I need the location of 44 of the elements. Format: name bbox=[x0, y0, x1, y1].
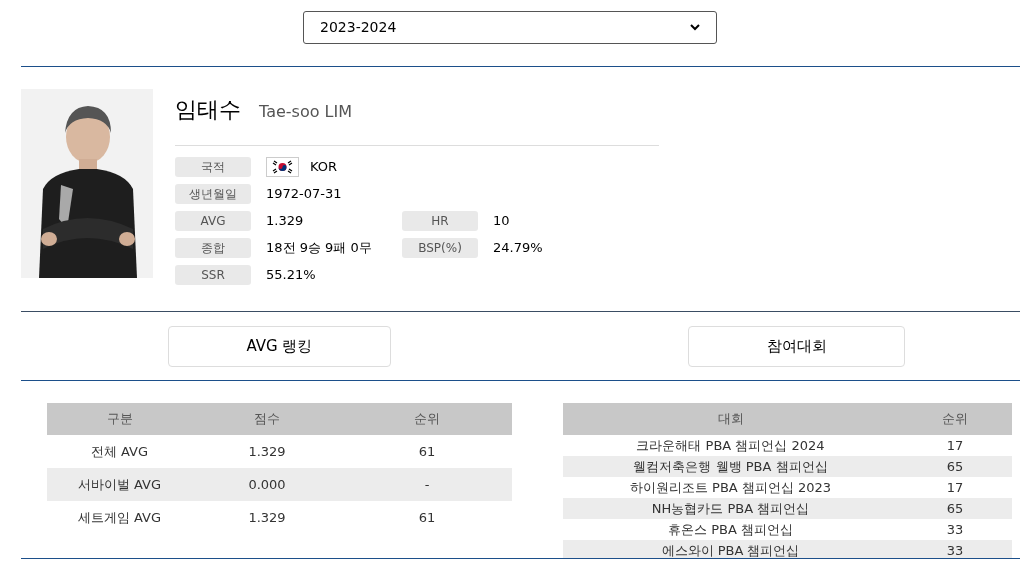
info-label: 종합 bbox=[175, 238, 251, 258]
table-cell: 17 bbox=[898, 435, 1012, 456]
info-label: HR bbox=[402, 211, 478, 231]
chevron-down-icon bbox=[690, 24, 700, 31]
table-cell: 65 bbox=[898, 498, 1012, 519]
info-label: AVG bbox=[175, 211, 251, 231]
table-cell: 33 bbox=[898, 540, 1012, 558]
table-cell: 전체 AVG bbox=[47, 435, 192, 468]
column-header: 순위 bbox=[342, 403, 512, 435]
info-label: 생년월일 bbox=[175, 184, 251, 204]
info-value: 10 bbox=[493, 212, 510, 231]
table-cell: 하이원리조트 PBA 챔피언십 2023 bbox=[563, 477, 898, 498]
info-value: 1.329 bbox=[266, 212, 304, 231]
table-cell: 33 bbox=[898, 519, 1012, 540]
table-cell: 17 bbox=[898, 477, 1012, 498]
column-header: 점수 bbox=[192, 403, 342, 435]
info-value: 55.21% bbox=[266, 266, 316, 285]
table-cell: 크라운해태 PBA 챔피언십 2024 bbox=[563, 435, 898, 456]
table-cell: 서바이벌 AVG bbox=[47, 468, 192, 501]
table-cell: - bbox=[342, 468, 512, 501]
table-cell: 65 bbox=[898, 456, 1012, 477]
table-cell: 휴온스 PBA 챔피언십 bbox=[563, 519, 898, 540]
table-cell: NH농협카드 PBA 챔피언십 bbox=[563, 498, 898, 519]
player-name: 임태수 bbox=[175, 96, 241, 124]
column-header: 구분 bbox=[47, 403, 192, 435]
info-value: 24.79% bbox=[493, 239, 543, 258]
info-label: SSR bbox=[175, 265, 251, 285]
table-cell: 웰컴저축은행 웰뱅 PBA 챔피언십 bbox=[563, 456, 898, 477]
events-button[interactable]: 참여대회 bbox=[688, 326, 905, 367]
table-cell: 61 bbox=[342, 435, 512, 468]
player-english-name: Tae-soo LIM bbox=[259, 101, 352, 123]
avg-ranking-button[interactable]: AVG 랭킹 bbox=[168, 326, 391, 367]
select-value: 2023-2024 bbox=[320, 18, 397, 37]
info-value: 1972-07-31 bbox=[266, 185, 342, 204]
info-label: 국적 bbox=[175, 157, 251, 177]
table-cell: 1.329 bbox=[192, 435, 342, 468]
info-value: KOR bbox=[310, 158, 338, 177]
table-cell: 0.000 bbox=[192, 468, 342, 501]
info-label: BSP(%) bbox=[402, 238, 478, 258]
column-header: 대회 bbox=[563, 403, 898, 435]
info-value: 18전 9승 9패 0무 bbox=[266, 239, 372, 258]
table-cell: 에스와이 PBA 챔피언십 bbox=[563, 540, 898, 558]
column-header: 순위 bbox=[898, 403, 1012, 435]
season-select[interactable]: 2023-2024 bbox=[303, 11, 717, 44]
